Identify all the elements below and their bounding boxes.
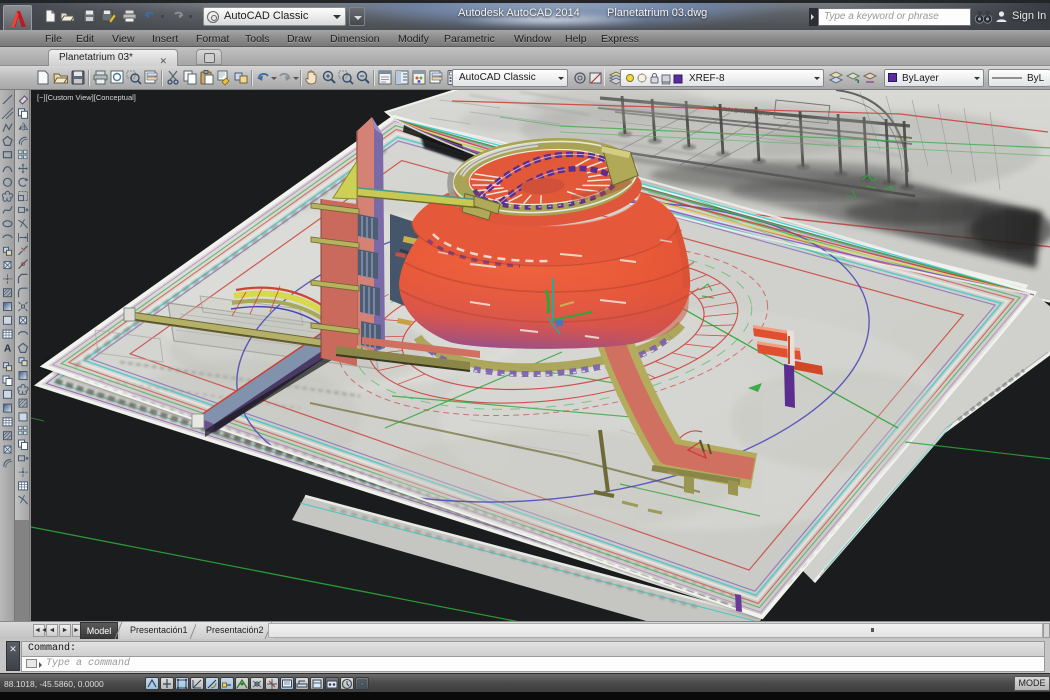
- svg-text:A: A: [4, 343, 11, 354]
